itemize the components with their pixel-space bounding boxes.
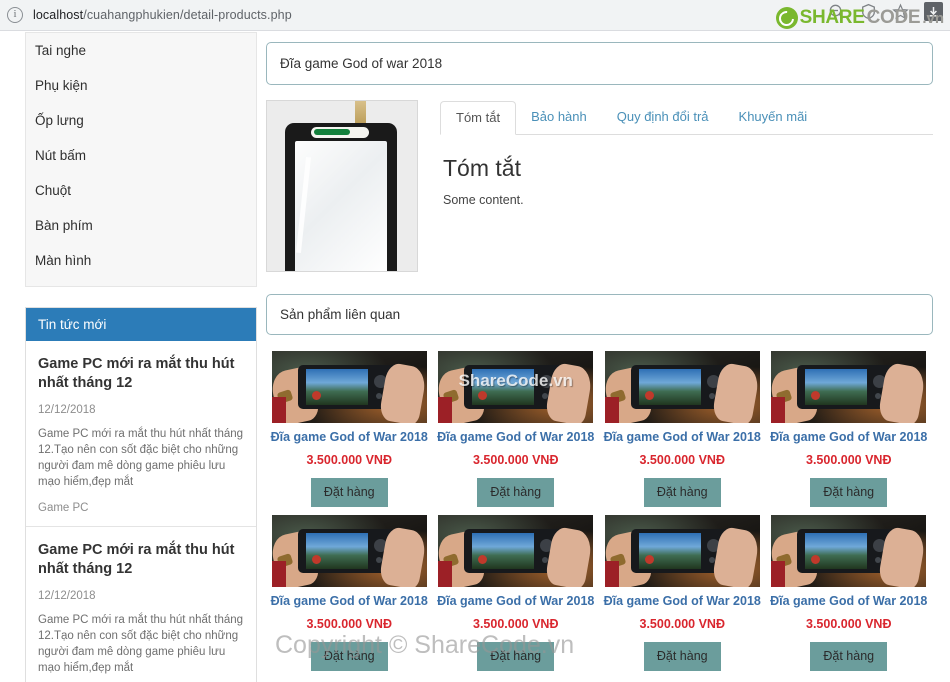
order-button[interactable]: Đặt hàng xyxy=(643,478,721,507)
related-products-title: Sản phẩm liên quan xyxy=(280,307,401,322)
product-card-title[interactable]: Đĩa game God of War 2018 xyxy=(766,593,933,609)
news-item-title: Game PC mới ra mắt thu hút nhất tháng 12 xyxy=(38,356,235,391)
product-card-title[interactable]: Đĩa game God of War 2018 xyxy=(599,429,766,445)
product-card-price: 3.500.000 VNĐ xyxy=(306,617,392,631)
tab-tom-tat[interactable]: Tóm tắt xyxy=(440,101,517,135)
product-card-title[interactable]: Đĩa game God of War 2018 xyxy=(599,593,766,609)
tab-panel-heading: Tóm tắt xyxy=(443,155,521,181)
news-item-title: Game PC mới ra mắt thu hút nhất tháng 12 xyxy=(38,542,235,577)
zoom-out-icon[interactable] xyxy=(828,3,845,20)
star-icon[interactable] xyxy=(892,3,909,20)
product-card-image[interactable] xyxy=(604,351,760,423)
product-image[interactable] xyxy=(266,100,418,272)
left-sidebar: Tai nghe Phụ kiện Ốp lưng Nút bấm Chuột … xyxy=(25,32,257,682)
news-list-item[interactable]: Game PC mới ra mắt thu hút nhất tháng 12… xyxy=(26,527,256,682)
product-card-image[interactable] xyxy=(771,515,927,587)
product-card-image[interactable] xyxy=(271,351,427,423)
product-card-title[interactable]: Đĩa game God of War 2018 xyxy=(266,593,433,609)
sidebar-item-op-lung[interactable]: Ốp lưng xyxy=(26,103,256,138)
product-card-title[interactable]: Đĩa game God of War 2018 xyxy=(433,593,600,609)
product-card: Đĩa game God of War 2018 3.500.000 VNĐ Đ… xyxy=(766,351,933,507)
url-host: localhost xyxy=(33,8,84,22)
order-button[interactable]: Đặt hàng xyxy=(810,642,888,671)
tab-panel-body: Some content. xyxy=(443,193,524,207)
order-button[interactable]: Đặt hàng xyxy=(810,478,888,507)
product-card-price: 3.500.000 VNĐ xyxy=(639,453,725,467)
sidebar-item-tai-nghe[interactable]: Tai nghe xyxy=(26,33,256,68)
url-path: /cuahangphukien/detail-products.php xyxy=(83,8,292,22)
product-card: Đĩa game God of War 2018 3.500.000 VNĐ Đ… xyxy=(766,515,933,671)
sidebar-item-phu-kien[interactable]: Phụ kiện xyxy=(26,68,256,103)
product-card-price: 3.500.000 VNĐ xyxy=(806,453,892,467)
product-card: Đĩa game God of War 2018 3.500.000 VNĐ Đ… xyxy=(433,515,600,671)
product-tabs-area: Tóm tắt Bảo hành Quy định đổi trả Khuyến… xyxy=(440,100,933,272)
product-card-image[interactable] xyxy=(271,515,427,587)
product-card-image[interactable]: ShareCode.vn xyxy=(438,351,594,423)
news-item-date: 12/12/2018 xyxy=(38,590,96,602)
news-item-date: 12/12/2018 xyxy=(38,404,96,416)
page-content: Tai nghe Phụ kiện Ốp lưng Nút bấm Chuột … xyxy=(0,31,950,682)
product-card-price: 3.500.000 VNĐ xyxy=(806,617,892,631)
product-card-price: 3.500.000 VNĐ xyxy=(473,617,559,631)
digitizer-frame xyxy=(285,123,397,271)
product-card: Đĩa game God of War 2018 3.500.000 VNĐ Đ… xyxy=(266,351,433,507)
main-content: Đĩa game God of war 2018 Tóm tắt Bảo hàn… xyxy=(266,42,933,679)
sidebar-item-chuot[interactable]: Chuột xyxy=(26,173,256,208)
shield-icon[interactable] xyxy=(860,3,877,20)
order-button[interactable]: Đặt hàng xyxy=(477,478,555,507)
news-panel: Tin tức mới Game PC mới ra mắt thu hút n… xyxy=(25,307,257,682)
order-button[interactable]: Đặt hàng xyxy=(477,642,555,671)
product-card-price: 3.500.000 VNĐ xyxy=(473,453,559,467)
browser-toolbar: i localhost/cuahangphukien/detail-produc… xyxy=(0,0,950,31)
browser-action-icons xyxy=(828,2,943,21)
product-card-image[interactable] xyxy=(604,515,760,587)
sidebar-item-nut-bam[interactable]: Nút bấm xyxy=(26,138,256,173)
product-card-image[interactable] xyxy=(771,351,927,423)
sidebar-item-man-hinh[interactable]: Màn hình xyxy=(26,243,256,278)
news-panel-header: Tin tức mới xyxy=(26,308,256,341)
news-list-item[interactable]: Game PC mới ra mắt thu hút nhất tháng 12… xyxy=(26,341,256,527)
product-name-text: Đĩa game God of war 2018 xyxy=(280,56,443,71)
address-bar[interactable]: localhost/cuahangphukien/detail-products… xyxy=(33,8,292,22)
product-name-field[interactable]: Đĩa game God of war 2018 xyxy=(266,42,933,85)
news-item-category: Game PC xyxy=(38,502,89,514)
product-card-price: 3.500.000 VNĐ xyxy=(639,617,725,631)
related-products-header: Sản phẩm liên quan xyxy=(266,294,933,335)
related-products-grid: Đĩa game God of War 2018 3.500.000 VNĐ Đ… xyxy=(266,351,933,679)
sharecode-logo-icon xyxy=(775,7,798,29)
product-card: Đĩa game God of War 2018 3.500.000 VNĐ Đ… xyxy=(266,515,433,671)
order-button[interactable]: Đặt hàng xyxy=(643,642,721,671)
order-button[interactable]: Đặt hàng xyxy=(310,478,388,507)
order-button[interactable]: Đặt hàng xyxy=(310,642,388,671)
product-card: ShareCode.vn Đĩa game God of War 2018 3.… xyxy=(433,351,600,507)
info-circle-icon[interactable]: i xyxy=(7,7,23,23)
product-card-title[interactable]: Đĩa game God of War 2018 xyxy=(266,429,433,445)
category-menu: Tai nghe Phụ kiện Ốp lưng Nút bấm Chuột … xyxy=(25,32,257,287)
tab-bar: Tóm tắt Bảo hành Quy định đổi trả Khuyến… xyxy=(440,100,933,135)
tab-bao-hanh[interactable]: Bảo hành xyxy=(516,101,602,135)
download-icon[interactable] xyxy=(924,2,943,21)
digitizer-sticker xyxy=(311,127,369,138)
product-card-price: 3.500.000 VNĐ xyxy=(306,453,392,467)
news-item-description: Game PC mới ra mắt thu hút nhất tháng 12… xyxy=(38,614,244,674)
tab-quy-dinh-doi-tra[interactable]: Quy định đổi trả xyxy=(602,101,724,135)
news-item-description: Game PC mới ra mắt thu hút nhất tháng 12… xyxy=(38,428,244,488)
product-card-title[interactable]: Đĩa game God of War 2018 xyxy=(433,429,600,445)
product-card-title[interactable]: Đĩa game God of War 2018 xyxy=(766,429,933,445)
product-card-image[interactable] xyxy=(438,515,594,587)
product-card: Đĩa game God of War 2018 3.500.000 VNĐ Đ… xyxy=(599,351,766,507)
product-card: Đĩa game God of War 2018 3.500.000 VNĐ Đ… xyxy=(599,515,766,671)
sidebar-item-ban-phim[interactable]: Bàn phím xyxy=(26,208,256,243)
tab-khuyen-mai[interactable]: Khuyến mãi xyxy=(724,101,823,135)
product-detail-row: Tóm tắt Bảo hành Quy định đổi trả Khuyến… xyxy=(266,100,933,272)
